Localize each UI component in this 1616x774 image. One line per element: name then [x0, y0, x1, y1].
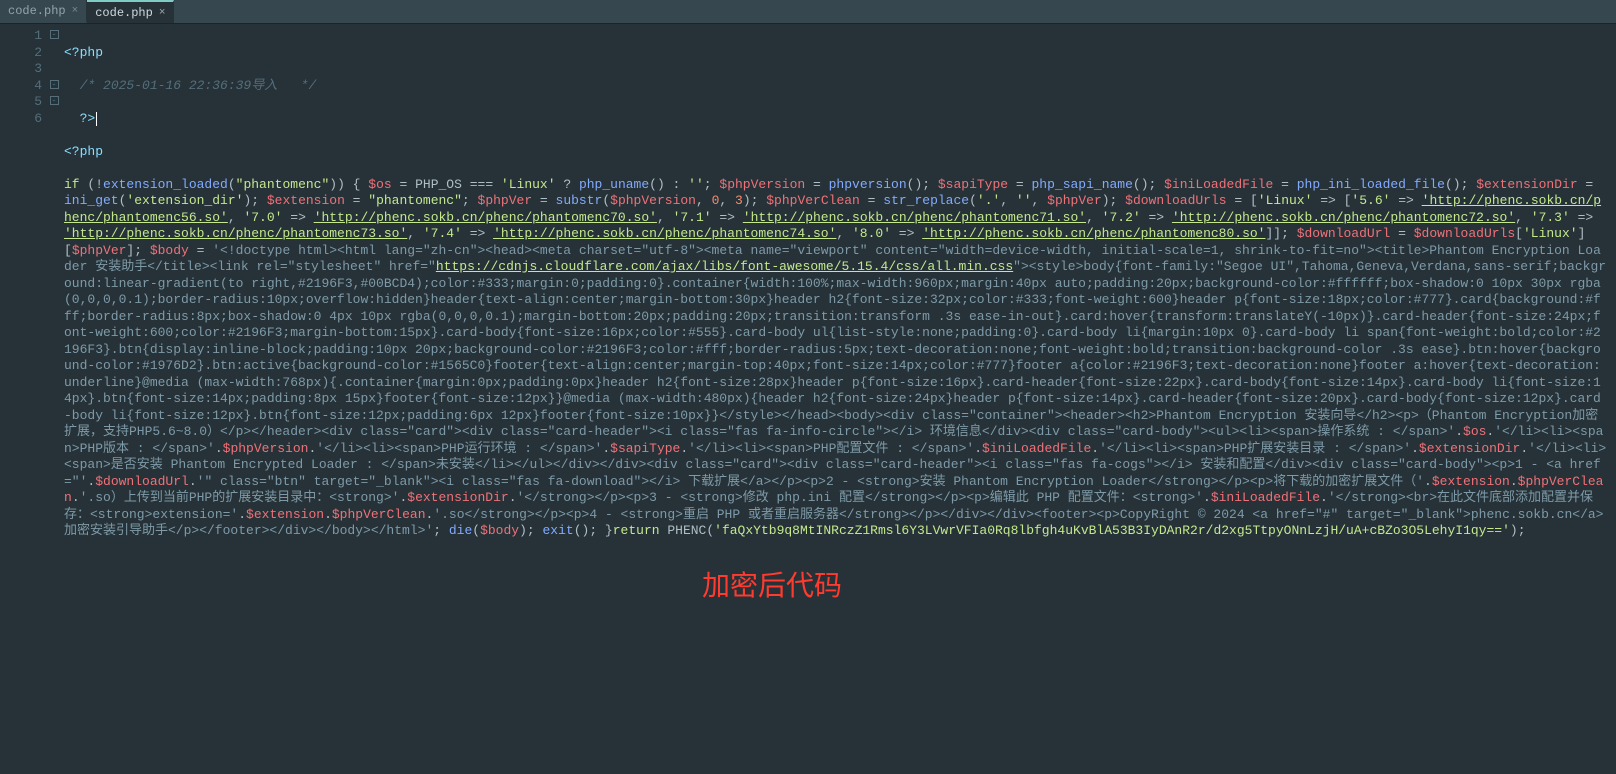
line-gutter: 123 45 6 [0, 24, 48, 774]
annotation-overlay: 加密后代码 [702, 578, 842, 595]
tab-code-php-1[interactable]: code.php × [0, 0, 87, 23]
tab-label: code.php [95, 6, 153, 20]
text-caret [96, 112, 97, 126]
tab-bar: code.php × code.php × [0, 0, 1616, 24]
fold-icon[interactable]: - [50, 30, 59, 39]
fold-icon[interactable]: - [50, 96, 59, 105]
editor: 123 45 6 - - - <?php /* 2025-01-16 22:36… [0, 24, 1616, 774]
tab-label: code.php [8, 4, 66, 18]
code-area[interactable]: <?php /* 2025-01-16 22:36:39导入 */ ?> <?p… [62, 24, 1616, 774]
close-icon[interactable]: × [159, 7, 166, 19]
close-icon[interactable]: × [72, 5, 79, 17]
fold-column: - - - [48, 24, 62, 774]
fold-icon[interactable]: - [50, 80, 59, 89]
tab-code-php-2[interactable]: code.php × [87, 0, 174, 23]
